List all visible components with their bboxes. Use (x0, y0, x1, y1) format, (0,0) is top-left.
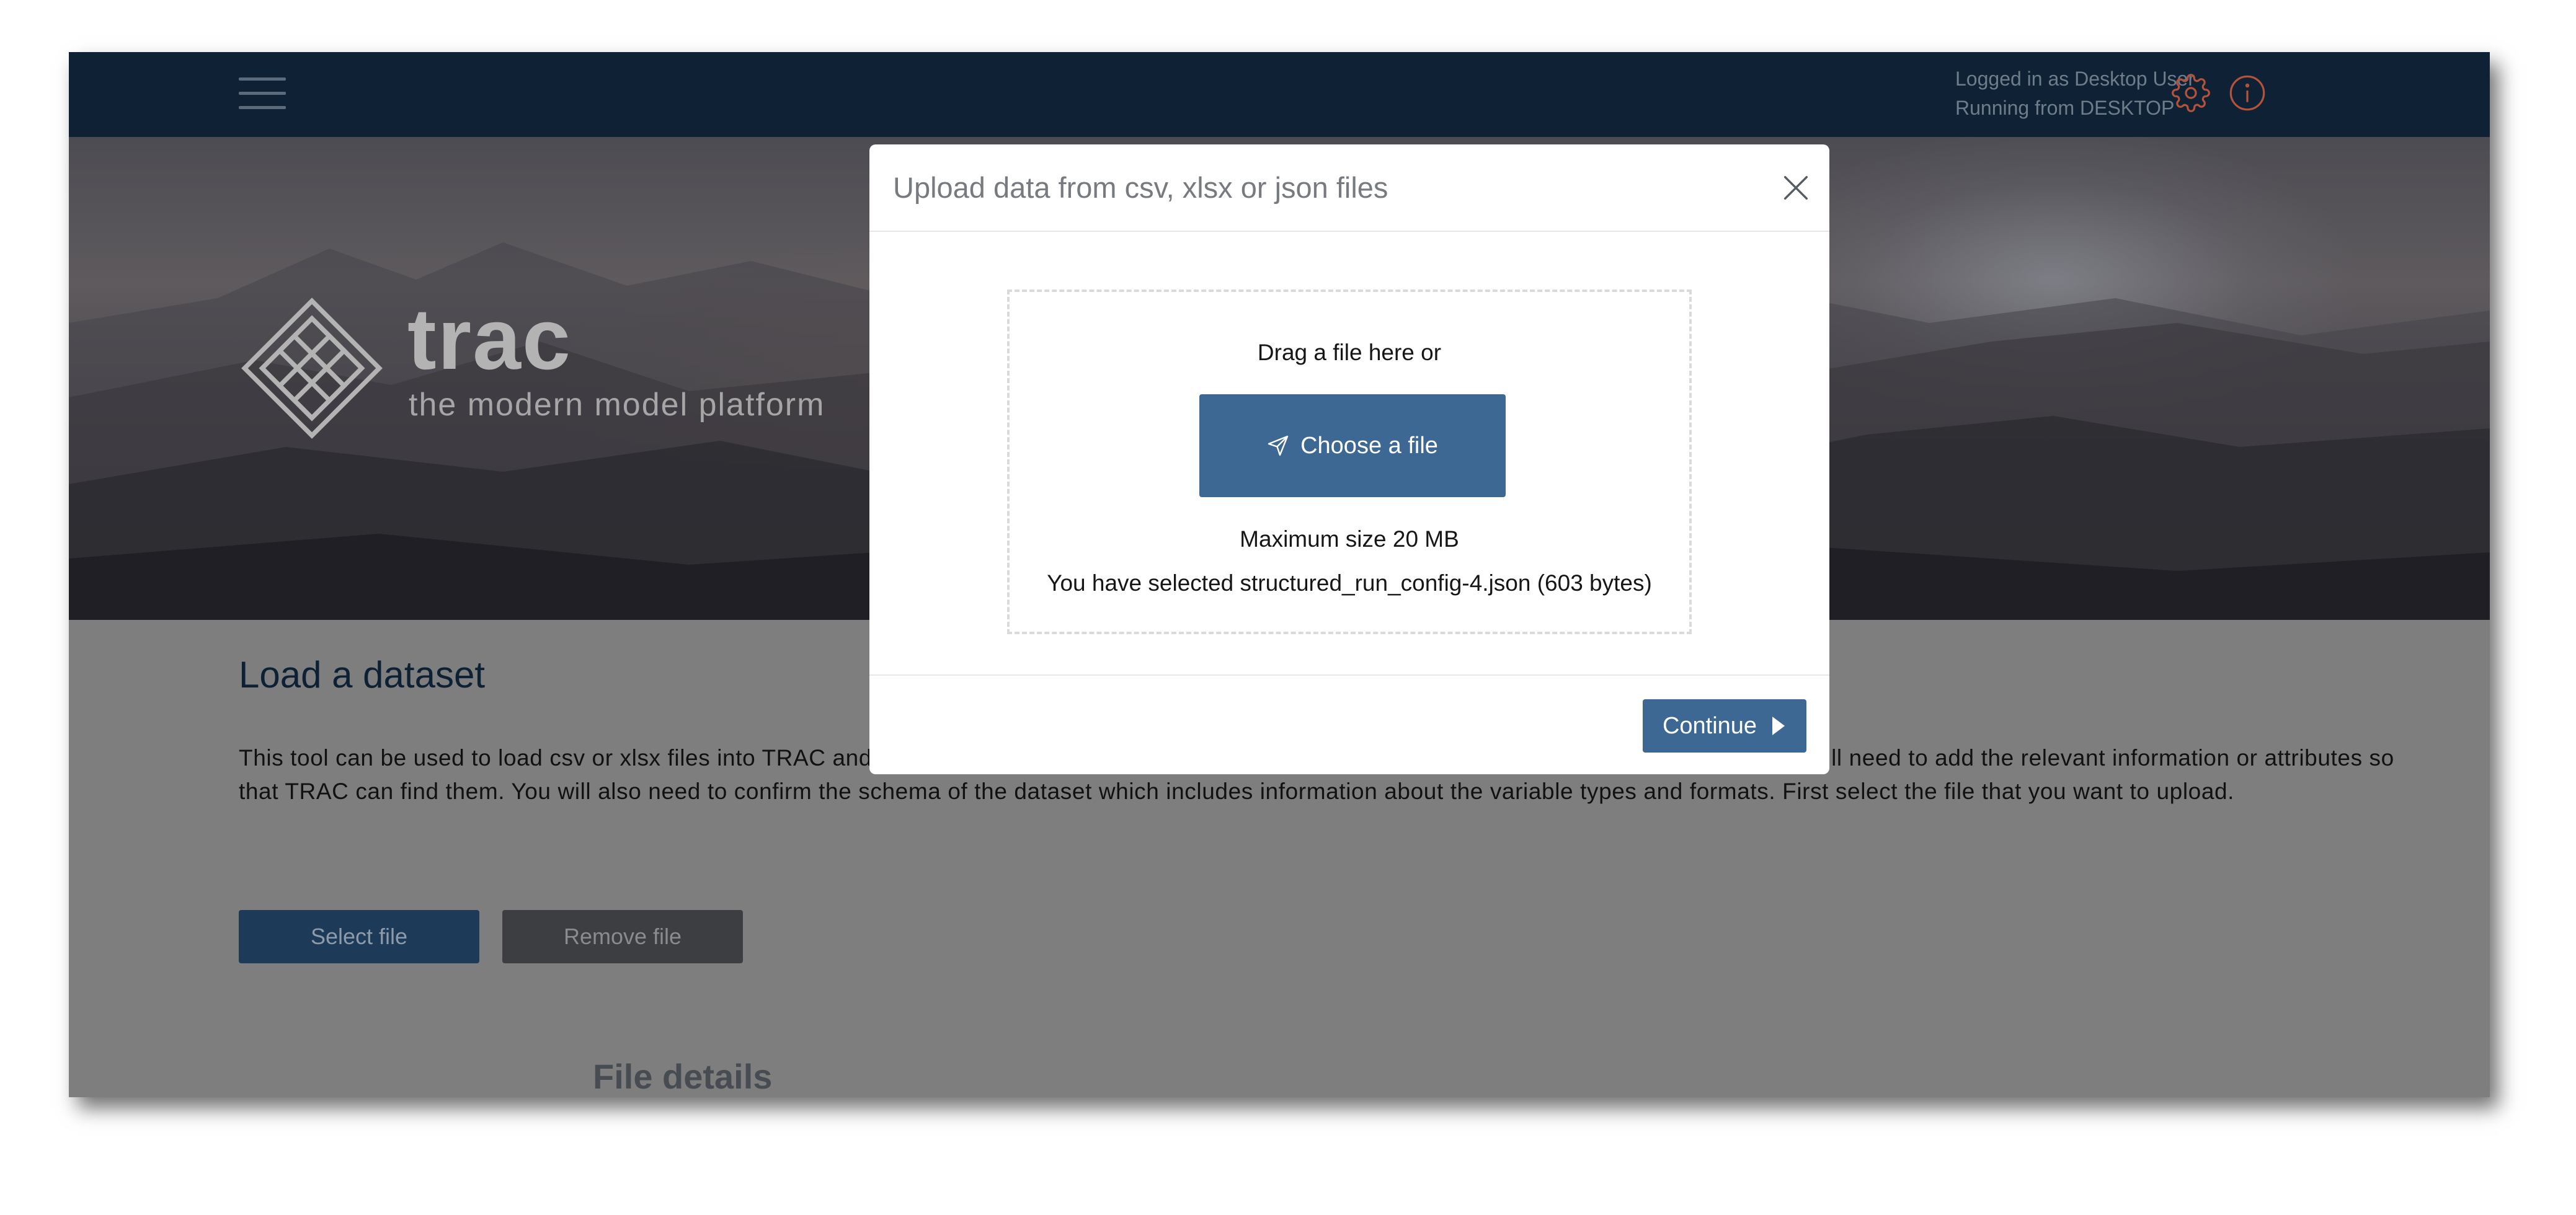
modal-footer: Continue (869, 674, 1829, 774)
continue-label: Continue (1662, 712, 1757, 739)
max-size-text: Maximum size 20 MB (1240, 526, 1459, 552)
send-icon (1268, 435, 1289, 456)
top-navbar: Logged in as Desktop User Running from D… (69, 52, 2490, 137)
remove-file-button[interactable]: Remove file (502, 910, 743, 963)
drag-instruction: Drag a file here or (1257, 340, 1442, 365)
file-dropzone[interactable]: Drag a file here or Choose a file Maximu… (1007, 289, 1692, 634)
caret-right-icon (1772, 717, 1785, 735)
page-title: Load a dataset (239, 654, 486, 696)
user-location-text: Running from DESKTOP (1955, 97, 2175, 119)
info-icon[interactable] (2227, 73, 2267, 113)
upload-modal: Upload data from csv, xlsx or json files… (869, 144, 1829, 774)
hamburger-menu-icon[interactable] (239, 74, 286, 113)
selected-file-text: You have selected structured_run_config-… (1047, 570, 1652, 596)
file-details-title: File details (593, 1057, 773, 1096)
user-info: Logged in as Desktop User Running from D… (1955, 64, 2195, 123)
app-window: Logged in as Desktop User Running from D… (69, 52, 2490, 1097)
gear-icon[interactable] (2171, 73, 2211, 113)
brand-tagline: the modern model platform (409, 387, 825, 423)
choose-file-button[interactable]: Choose a file (1199, 394, 1506, 497)
select-file-button[interactable]: Select file (239, 910, 479, 963)
user-login-text: Logged in as Desktop User (1955, 68, 2195, 90)
modal-header: Upload data from csv, xlsx or json files (869, 144, 1829, 232)
brand-name: trac (407, 290, 572, 387)
modal-title: Upload data from csv, xlsx or json files (893, 171, 1388, 204)
continue-button[interactable]: Continue (1643, 699, 1806, 753)
trac-logo-icon (241, 298, 383, 439)
choose-file-label: Choose a file (1300, 432, 1438, 459)
close-icon[interactable] (1780, 172, 1812, 204)
